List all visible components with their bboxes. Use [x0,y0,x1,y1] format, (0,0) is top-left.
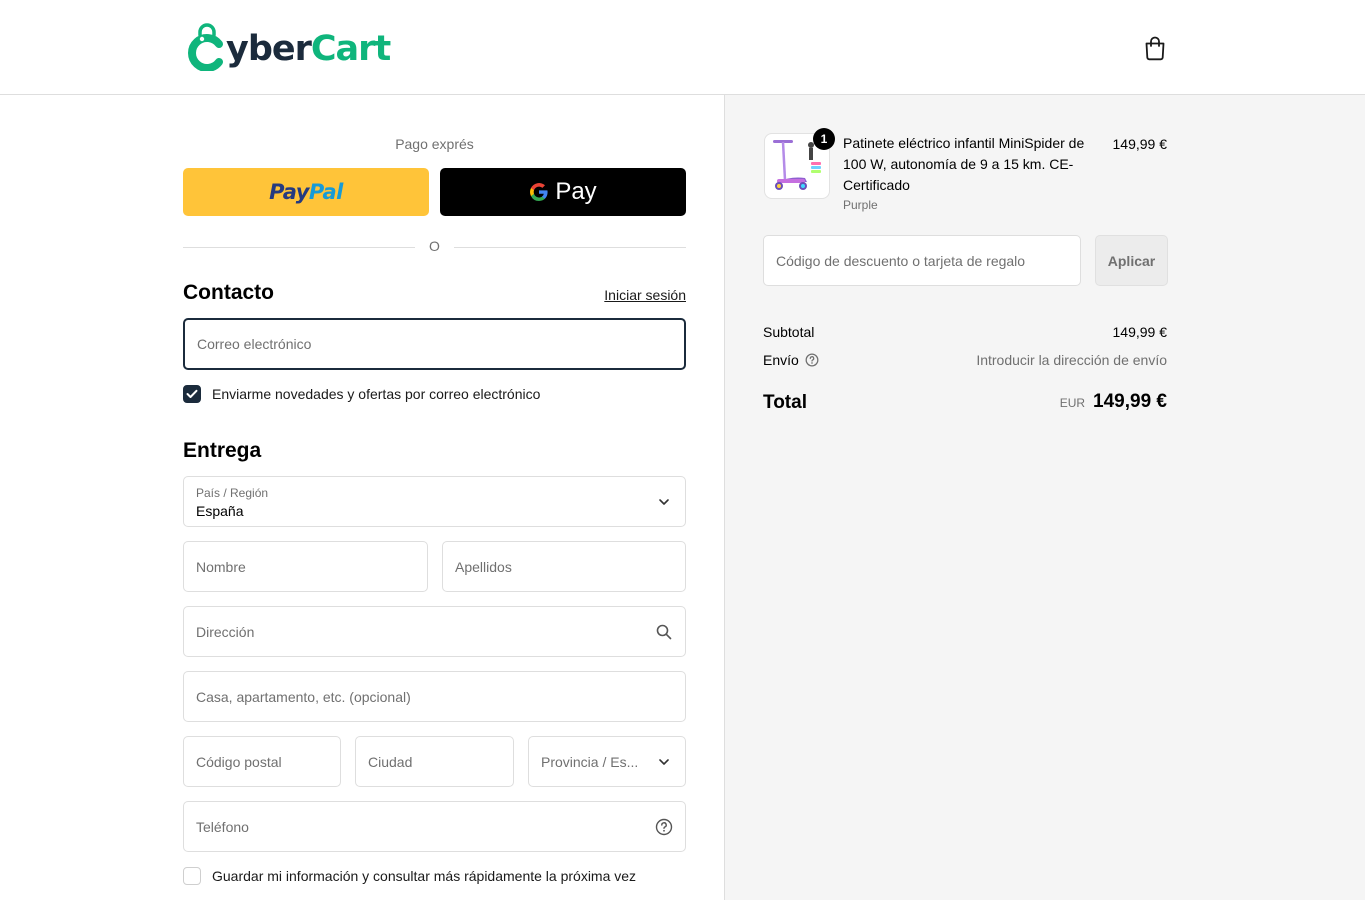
apartment-placeholder: Casa, apartamento, etc. (opcional) [196,688,411,705]
delivery-title: Entrega [183,439,262,462]
header: yberCart [0,0,1365,95]
newsletter-label: Enviarme novedades y ofertas por correo … [212,386,541,402]
or-divider: O [183,238,686,254]
country-label: País / Región [196,486,269,500]
product-variant: Purple [843,198,878,212]
chevron-down-icon [659,498,669,505]
postal-code-field[interactable]: Código postal [183,736,341,787]
divider-line-right [454,247,686,248]
apply-discount-button[interactable]: Aplicar [1095,235,1168,286]
cart-button[interactable] [1143,35,1167,61]
last-name-placeholder: Apellidos [455,558,512,575]
total-label: Total [763,392,807,413]
save-info-label: Guardar mi información y consultar más r… [212,868,637,884]
logo-wordmark: yberCart [226,29,391,69]
quantity-badge: 1 [813,128,835,150]
paypal-button[interactable]: PayPal [183,168,429,216]
country-select[interactable]: País / Región España [183,476,686,527]
total-value-group: EUR 149,99 € [1060,391,1167,413]
address-field[interactable]: Dirección [183,606,686,657]
province-placeholder: Provincia / Es... [541,753,639,770]
address-placeholder: Dirección [196,623,255,640]
logo-bag-c-icon [188,23,223,71]
total-amount: 149,99 € [1093,391,1167,412]
discount-code-placeholder: Código de descuento o tarjeta de regalo [776,252,1026,269]
logo-prefix: yber [226,29,312,69]
help-circle-icon[interactable] [655,818,673,836]
newsletter-checkbox[interactable] [183,385,201,403]
discount-code-field[interactable]: Código de descuento o tarjeta de regalo [763,235,1081,286]
shipping-row-label: Envío [763,352,819,368]
total-currency: EUR [1059,396,1086,410]
apartment-field[interactable]: Casa, apartamento, etc. (opcional) [183,671,686,722]
email-field[interactable]: Correo electrónico [183,318,686,370]
phone-field[interactable]: Teléfono [183,801,686,852]
shipping-value: Introducir la dirección de envío [976,352,1167,368]
logo-suffix: Cart [310,29,391,69]
search-icon [656,624,672,639]
product-name: Patinete eléctrico infantil MiniSpider d… [843,135,1085,193]
help-circle-icon[interactable] [805,353,819,367]
shipping-label: Envío [763,352,799,368]
country-value: España [196,503,244,519]
chevron-down-icon [659,758,669,765]
express-checkout-label: Pago exprés [395,136,474,152]
google-pay-label: Pay [555,178,597,205]
contact-title: Contacto [183,281,274,304]
postal-code-placeholder: Código postal [196,753,282,770]
or-text: O [429,238,440,254]
save-info-checkbox-row[interactable]: Guardar mi información y consultar más r… [183,867,636,885]
paypal-logo: PayPal [269,180,343,204]
subtotal-value: 149,99 € [1112,324,1168,340]
city-field[interactable]: Ciudad [355,736,514,787]
product-price: 149,99 € [1112,136,1168,152]
google-g-icon [530,183,548,201]
google-pay-button[interactable]: Pay [440,168,686,216]
city-placeholder: Ciudad [368,753,413,770]
subtotal-label: Subtotal [763,324,815,340]
checkmark-icon [186,389,198,398]
save-info-checkbox[interactable] [183,867,201,885]
province-select[interactable]: Provincia / Es... [528,736,686,787]
phone-placeholder: Teléfono [196,818,249,835]
shopping-bag-icon [1145,36,1165,61]
product-thumbnail: 1 [764,128,835,199]
cybercart-logo[interactable]: yberCart [186,22,391,72]
last-name-field[interactable]: Apellidos [442,541,686,592]
newsletter-checkbox-row[interactable]: Enviarme novedades y ofertas por correo … [183,385,540,403]
email-placeholder: Correo electrónico [197,336,312,352]
first-name-field[interactable]: Nombre [183,541,428,592]
first-name-placeholder: Nombre [196,558,246,575]
login-link[interactable]: Iniciar sesión [604,287,686,303]
order-summary: 1 Patinete eléctrico infantil MiniSpider… [724,95,1365,900]
